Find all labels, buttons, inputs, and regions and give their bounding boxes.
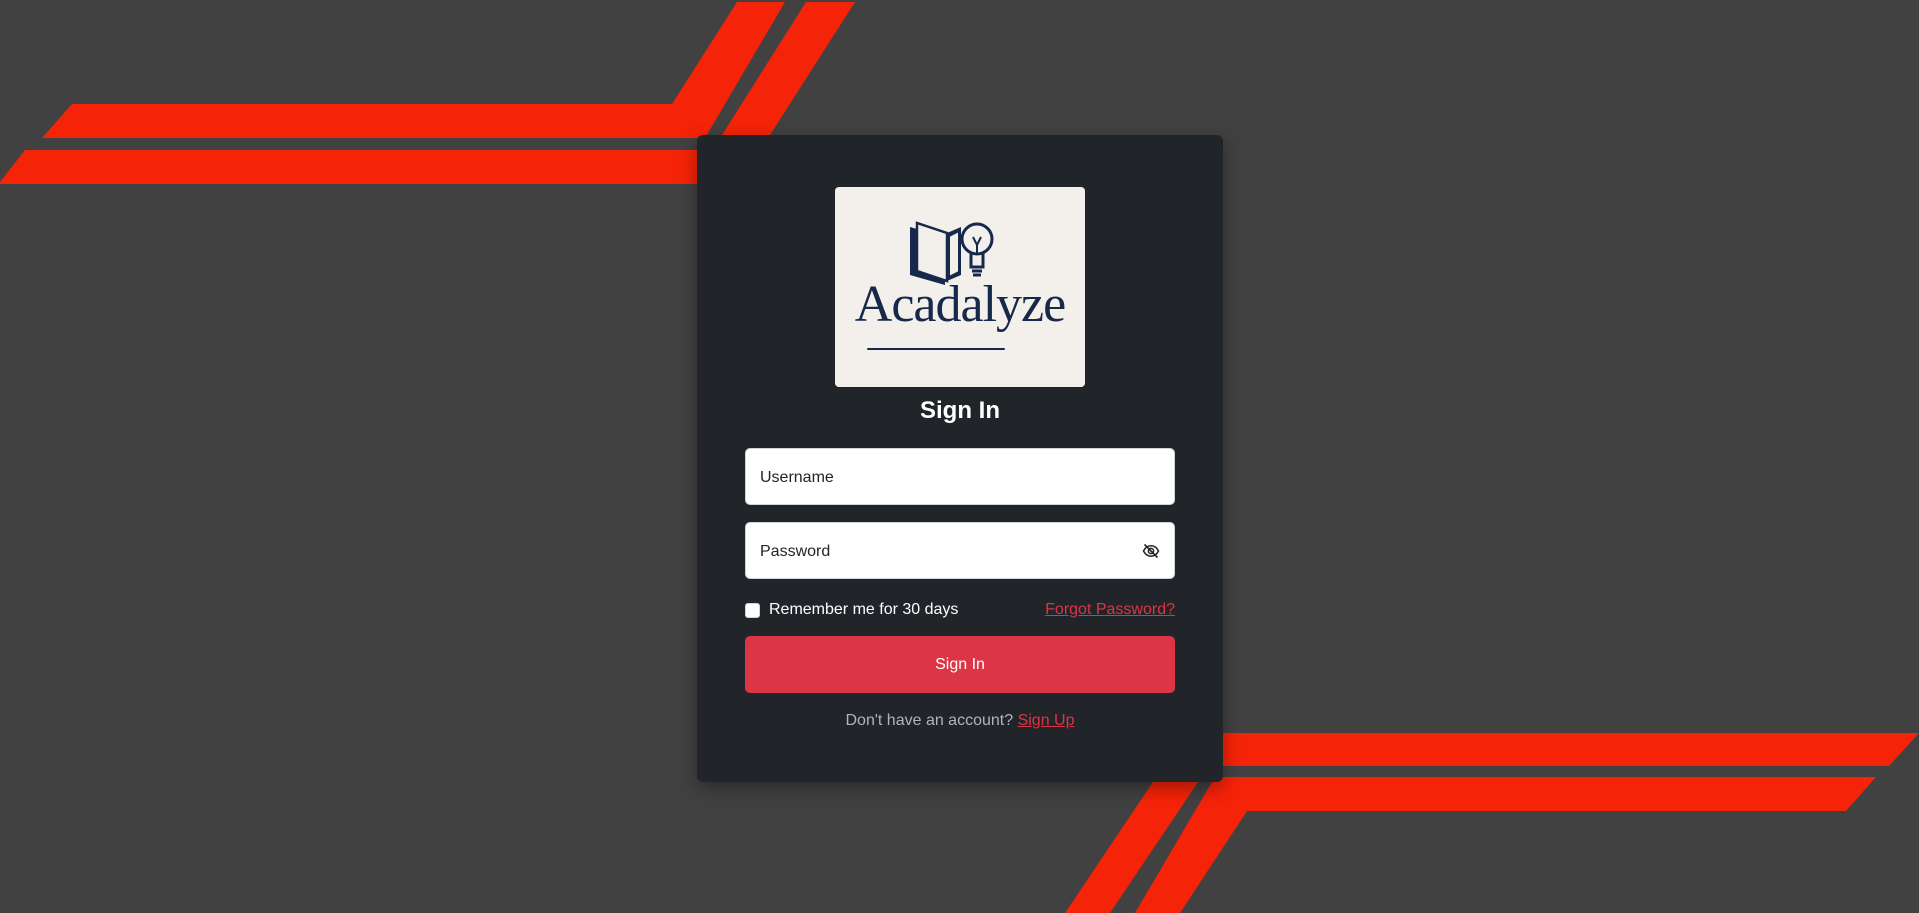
signup-row: Don't have an account? Sign Up: [697, 712, 1223, 730]
remember-label[interactable]: Remember me for 30 days: [769, 601, 958, 619]
stripe-bottom-lower: [1135, 777, 1876, 913]
stripe-bottom-upper: [1223, 733, 1919, 766]
password-field[interactable]: [745, 522, 1175, 580]
eye-slash-icon[interactable]: [1142, 542, 1160, 560]
acadalyze-logo: Acadalyze: [835, 187, 1085, 387]
logo-wordmark: Acadalyze: [854, 276, 1066, 333]
signup-prompt: Don't have an account?: [845, 712, 1018, 729]
logo-underline: [867, 348, 1005, 350]
username-input[interactable]: [758, 449, 1122, 506]
remember-checkbox[interactable]: [745, 603, 760, 618]
password-input[interactable]: [758, 523, 1122, 580]
remember-row: Remember me for 30 days Forgot Password?: [745, 599, 1175, 623]
forgot-password-link[interactable]: Forgot Password?: [1045, 601, 1175, 619]
stripe-top-upper: [42, 2, 785, 138]
signin-card: Acadalyze Sign In Remember me for 30 day…: [697, 135, 1223, 782]
page-title: Sign In: [920, 397, 1000, 424]
login-page: Acadalyze Sign In Remember me for 30 day…: [0, 0, 1919, 913]
signin-button[interactable]: Sign In: [745, 636, 1175, 693]
signup-link[interactable]: Sign Up: [1018, 712, 1075, 729]
username-field[interactable]: [745, 448, 1175, 506]
